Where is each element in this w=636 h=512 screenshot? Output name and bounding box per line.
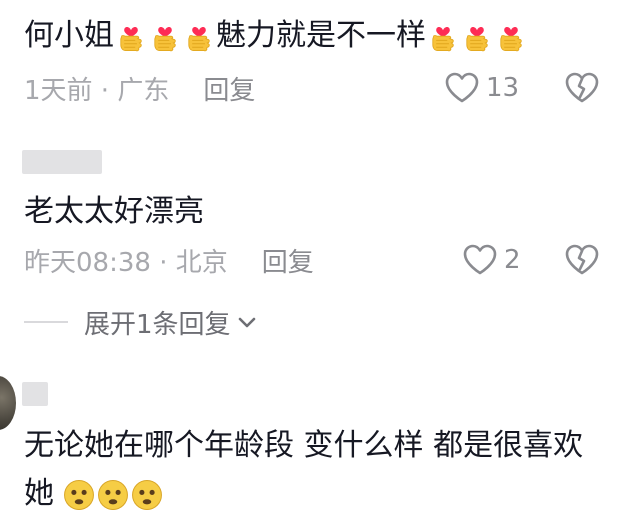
- heart-outline-icon: [463, 244, 497, 275]
- comment-1-reply-button[interactable]: 回复: [203, 70, 255, 107]
- comment-3-text-line2: 她: [24, 476, 164, 512]
- expand-replies-label: 展开1条回复: [84, 309, 231, 340]
- comment-2-like-button[interactable]: 2: [462, 242, 521, 278]
- comment-1-meta: 1天前 · 广东 回复: [24, 70, 255, 106]
- broken-heart-icon: [565, 244, 599, 275]
- comment-3-text: 无论她在哪个年龄段 变什么样 都是很喜欢: [24, 428, 584, 463]
- comment-2-meta: 昨天08:38 · 北京 回复: [24, 242, 314, 278]
- heart-hands-emoji: [114, 18, 216, 53]
- comment-1-dislike-button[interactable]: [564, 70, 600, 106]
- comment-2-expand-replies[interactable]: 展开1条回复: [24, 304, 259, 340]
- comment-1-like-count: 13: [486, 73, 520, 103]
- comment-2-like-count: 2: [504, 245, 521, 275]
- comment-1-time: 1天前 · 广东: [24, 75, 170, 106]
- heart-outline-icon: [445, 72, 479, 103]
- comment-1-text: 何小姐 魅力就是不一样: [24, 18, 528, 54]
- avatar[interactable]: [0, 376, 16, 430]
- comment-2-text: 老太太好漂亮: [24, 194, 204, 229]
- broken-heart-icon: [565, 72, 599, 103]
- comment-1-text-part1: 何小姐: [24, 18, 114, 53]
- comment-2-dislike-button[interactable]: [564, 242, 600, 278]
- expand-divider-line: [24, 321, 68, 323]
- comment-2-reply-button[interactable]: 回复: [262, 242, 314, 279]
- comment-2-username-blurred[interactable]: [22, 150, 102, 174]
- comment-1-text-part2: 魅力就是不一样: [216, 18, 426, 53]
- chevron-down-icon: [238, 317, 255, 328]
- comment-2-time: 昨天08:38 · 北京: [24, 247, 228, 278]
- comment-3-username-blurred[interactable]: [22, 382, 48, 406]
- heart-hands-emoji: [426, 18, 528, 53]
- comment-1-like-button[interactable]: 13: [444, 70, 519, 106]
